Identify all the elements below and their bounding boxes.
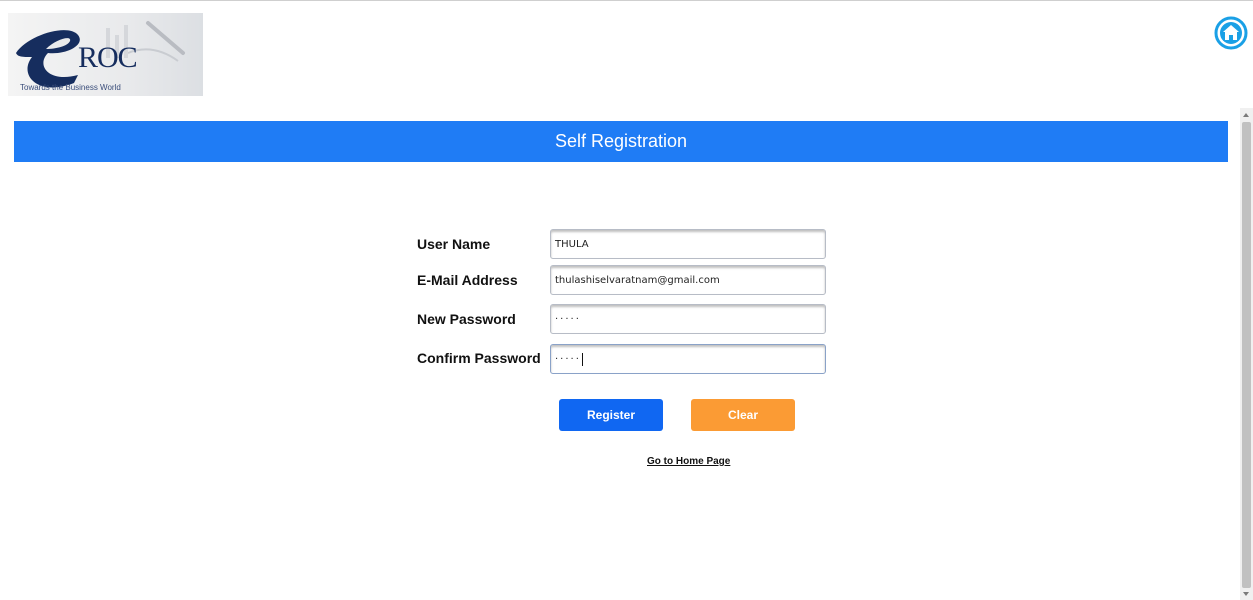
vertical-scrollbar[interactable] xyxy=(1240,108,1253,600)
confirm-password-field[interactable]: ····· xyxy=(550,344,826,374)
scroll-up-arrow[interactable] xyxy=(1243,113,1249,117)
scroll-down-arrow[interactable] xyxy=(1243,592,1249,596)
logo-tagline: Towards the Business World xyxy=(20,83,121,92)
home-icon xyxy=(1214,16,1248,50)
register-button[interactable]: Register xyxy=(559,399,663,431)
username-field[interactable]: THULA xyxy=(550,229,826,259)
confirm-password-value: ····· xyxy=(555,353,581,365)
new-password-label: New Password xyxy=(417,311,516,327)
email-label: E-Mail Address xyxy=(417,272,518,288)
new-password-value: ····· xyxy=(555,313,581,325)
register-button-label: Register xyxy=(586,408,636,422)
top-border xyxy=(0,0,1253,1)
text-caret xyxy=(581,352,583,366)
username-label: User Name xyxy=(417,236,491,252)
scrollbar-thumb[interactable] xyxy=(1242,122,1251,588)
email-value: thulashiselvaratnam@gmail.com xyxy=(555,274,720,286)
clear-button[interactable]: Clear xyxy=(691,399,795,431)
confirm-password-label: Confirm Password xyxy=(417,350,541,366)
new-password-field[interactable]: ····· xyxy=(550,304,826,334)
email-field[interactable]: thulashiselvaratnam@gmail.com xyxy=(550,265,826,295)
clear-button-label: Clear xyxy=(727,408,759,422)
eroc-logo: ROC Towards the Business World xyxy=(8,13,203,96)
username-value: THULA xyxy=(555,238,589,250)
home-button[interactable] xyxy=(1214,16,1248,50)
go-to-home-link[interactable]: Go to Home Page xyxy=(647,456,730,467)
logo-brand-text: ROC xyxy=(78,41,138,74)
page-title-bar: Self Registration xyxy=(14,121,1228,162)
page-title: Self Registration xyxy=(554,131,688,151)
